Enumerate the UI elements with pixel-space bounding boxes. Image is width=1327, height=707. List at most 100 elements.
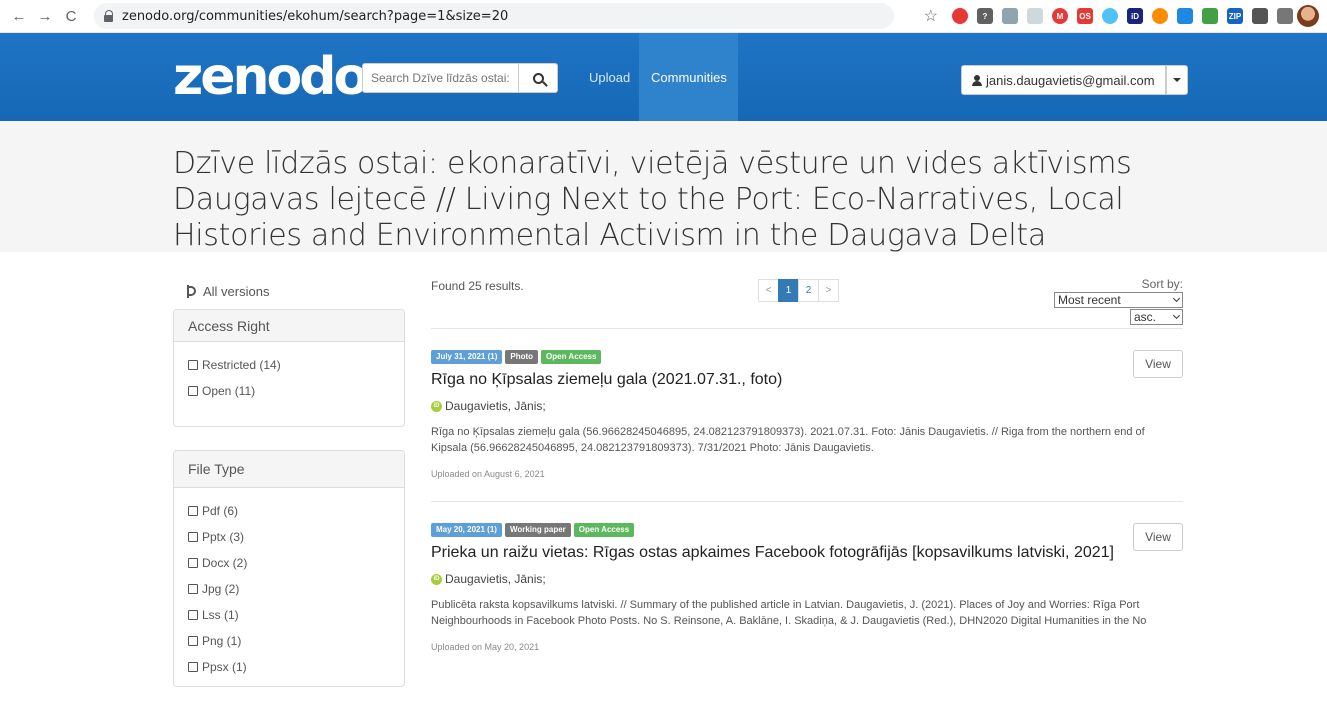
ext-m-icon[interactable]: M <box>1052 8 1068 24</box>
facet-label: Open (11) <box>202 384 256 398</box>
facet-label: Lss (1) <box>202 608 239 622</box>
access-badge[interactable]: Open Access <box>573 523 635 537</box>
orcid-icon[interactable]: iD <box>431 573 442 585</box>
ext-diamond-icon[interactable] <box>1177 8 1193 24</box>
access-badge[interactable]: Open Access <box>541 350 602 364</box>
nav-upload-link[interactable]: Upload <box>577 33 642 121</box>
type-badge[interactable]: Photo <box>505 350 539 364</box>
facet-restricted[interactable]: Restricted (14) <box>188 352 390 378</box>
address-bar[interactable]: zenodo.org/communities/ekohum/search?pag… <box>94 3 894 29</box>
record-item: May 20, 2021 (1) Working paper Open Acce… <box>431 523 1183 652</box>
facet-label: Docx (2) <box>202 556 248 570</box>
facet-label: Jpg (2) <box>202 582 240 596</box>
checkbox[interactable] <box>188 360 198 370</box>
ext-os-icon[interactable]: OS <box>1077 8 1093 24</box>
order-select[interactable]: asc. <box>1130 309 1183 325</box>
facet-png[interactable]: Png (1) <box>188 628 390 654</box>
results-divider <box>431 328 1183 329</box>
date-badge[interactable]: July 31, 2021 (1) <box>431 350 503 364</box>
ext-react-icon[interactable] <box>1102 8 1118 24</box>
search-icon <box>532 72 544 84</box>
ext-circle-icon[interactable] <box>1152 8 1168 24</box>
ext-book-icon[interactable] <box>1202 8 1218 24</box>
puzzle-icon[interactable] <box>1252 8 1268 24</box>
ext-question-icon[interactable]: ? <box>977 8 993 24</box>
ext-zip-icon[interactable]: ZIP <box>1227 8 1243 24</box>
search-button[interactable] <box>518 63 558 93</box>
user-menu: janis.daugavietis@gmail.com <box>961 65 1188 95</box>
record-divider <box>431 501 1183 502</box>
lock-icon <box>104 10 114 22</box>
browser-toolbar: ← → C zenodo.org/communities/ekohum/sear… <box>0 0 1327 33</box>
pager-page-2[interactable]: 2 <box>798 279 819 302</box>
nav-communities-link[interactable]: Communities <box>639 33 738 121</box>
record-title[interactable]: Rīga no Ķīpsalas ziemeļu gala (2021.07.3… <box>431 370 1183 390</box>
access-right-heading: Access Right <box>174 310 404 342</box>
ext-id-icon[interactable]: iD <box>1127 8 1143 24</box>
checkbox[interactable] <box>188 386 198 396</box>
pager-next[interactable]: > <box>818 279 839 302</box>
profile-avatar[interactable] <box>1297 5 1319 27</box>
facet-ppsx[interactable]: Ppsx (1) <box>188 654 390 680</box>
bookmark-star-icon[interactable]: ☆ <box>924 6 938 26</box>
record-description: Rīga no Ķīpsalas ziemeļu gala (56.966282… <box>431 426 1145 454</box>
site-navbar: zenodo Upload Communities janis.daugavie… <box>0 33 1327 121</box>
order-value: asc. <box>1134 310 1157 324</box>
forward-arrow-icon[interactable]: → <box>34 5 56 27</box>
checkbox[interactable] <box>188 662 198 672</box>
pager-page-1[interactable]: 1 <box>778 279 799 302</box>
checkbox[interactable] <box>188 636 198 646</box>
facet-label: Restricted (14) <box>202 358 281 372</box>
checkbox[interactable] <box>188 558 198 568</box>
facet-label: Pptx (3) <box>202 530 245 544</box>
view-button[interactable]: View <box>1133 523 1183 551</box>
url-text: zenodo.org/communities/ekohum/search?pag… <box>122 8 509 24</box>
checkbox[interactable] <box>188 584 198 594</box>
all-versions-toggle[interactable]: All versions <box>185 281 405 301</box>
community-title: Dzīve līdzās ostai: ekonaratīvi, vietējā… <box>173 146 1132 253</box>
checkbox[interactable] <box>188 532 198 542</box>
facets-sidebar: All versions Access Right Restricted (14… <box>173 277 405 707</box>
back-arrow-icon[interactable]: ← <box>8 5 30 27</box>
access-right-facet: Access Right Restricted (14) Open (11) <box>173 309 405 427</box>
search-results: Found 25 results. < 1 2 > Sort by: Most … <box>431 277 1183 652</box>
chevron-down-icon <box>1172 294 1181 303</box>
date-badge[interactable]: May 20, 2021 (1) <box>431 523 502 537</box>
ext-edit-icon[interactable] <box>1002 8 1018 24</box>
sort-controls: Sort by: Most recent asc. <box>1054 277 1183 326</box>
upload-date: Uploaded on August 6, 2021 <box>431 469 545 479</box>
facet-pdf[interactable]: Pdf (6) <box>188 498 390 524</box>
ext-doc-icon[interactable] <box>1027 8 1043 24</box>
search-input[interactable] <box>362 63 518 93</box>
pager-prev[interactable]: < <box>758 279 779 302</box>
facet-jpg[interactable]: Jpg (2) <box>188 576 390 602</box>
type-badge[interactable]: Working paper <box>504 523 571 537</box>
facet-pptx[interactable]: Pptx (3) <box>188 524 390 550</box>
record-description: Publicēta raksta kopsavilkums latviski. … <box>431 599 1147 627</box>
view-button[interactable]: View <box>1133 350 1183 378</box>
facet-label: Png (1) <box>202 634 242 648</box>
user-account-button[interactable]: janis.daugavietis@gmail.com <box>961 65 1166 95</box>
sort-select[interactable]: Most recent <box>1054 292 1183 308</box>
facet-docx[interactable]: Docx (2) <box>188 550 390 576</box>
facet-open[interactable]: Open (11) <box>188 378 390 404</box>
orcid-icon[interactable]: iD <box>431 400 442 412</box>
facet-label: Pdf (6) <box>202 504 239 518</box>
sort-by-label: Sort by: <box>1141 277 1183 291</box>
search-form <box>362 63 558 93</box>
zenodo-logo[interactable]: zenodo <box>173 51 369 103</box>
extensions-bar: ? M OS iD ZIP <box>952 8 1293 24</box>
checkbox[interactable] <box>188 506 198 516</box>
version-branch-icon <box>185 284 197 298</box>
record-title[interactable]: Prieka un raižu vietas: Rīgas ostas apka… <box>431 543 1183 563</box>
opera-icon[interactable] <box>952 8 968 24</box>
record-creators: iD Daugavietis, Jānis; <box>431 572 1183 586</box>
reading-list-icon[interactable] <box>1277 8 1293 24</box>
caret-down-icon <box>1172 78 1181 82</box>
reload-icon[interactable]: C <box>60 5 82 27</box>
checkbox[interactable] <box>188 610 198 620</box>
pagination: < 1 2 > <box>758 279 839 302</box>
facet-lss[interactable]: Lss (1) <box>188 602 390 628</box>
user-dropdown-toggle[interactable] <box>1165 65 1188 95</box>
sort-value: Most recent <box>1058 293 1121 307</box>
